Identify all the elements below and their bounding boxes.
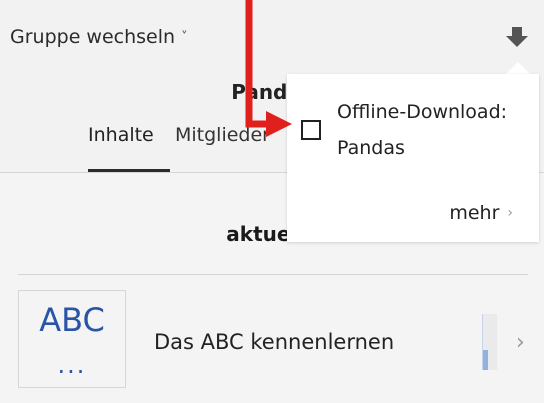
tab-label: Mitglieder [175, 124, 270, 146]
offline-download-popup: Offline-Download: Pandas mehr › [287, 74, 539, 242]
item-progress-bar [482, 314, 497, 370]
section-divider [18, 274, 528, 275]
group-switch-button[interactable]: Gruppe wechseln ˅ [10, 26, 188, 48]
group-screen: Gruppe wechseln ˅ Pandas Inhalte Mitglied… [0, 0, 544, 403]
chevron-right-icon: › [507, 205, 513, 221]
thumbnail-text: ABC [39, 301, 105, 339]
offline-download-label: Offline-Download: Pandas [337, 94, 533, 166]
more-label: mehr [449, 202, 500, 224]
offline-download-label-line1: Offline-Download: [337, 101, 508, 123]
download-arrow-icon [506, 27, 528, 47]
item-progress-fill [483, 350, 488, 370]
list-item[interactable]: ABC ... Das ABC kennenlernen › [18, 290, 528, 390]
chevron-down-icon: ˅ [181, 30, 188, 45]
group-switch-label: Gruppe wechseln [10, 26, 176, 48]
tab-inhalte[interactable]: Inhalte [88, 124, 154, 146]
tab-mitglieder[interactable]: Mitglieder [175, 124, 270, 146]
offline-download-checkbox[interactable] [301, 120, 321, 140]
offline-download-label-line2: Pandas [337, 137, 405, 159]
item-thumbnail: ABC ... [18, 290, 126, 388]
download-button[interactable] [504, 24, 530, 50]
chevron-right-icon: › [516, 330, 525, 355]
tab-label: Inhalte [88, 124, 154, 146]
more-button[interactable]: mehr › [449, 202, 513, 224]
item-title: Das ABC kennenlernen [154, 330, 395, 354]
thumbnail-more-icon: ... [57, 351, 87, 379]
